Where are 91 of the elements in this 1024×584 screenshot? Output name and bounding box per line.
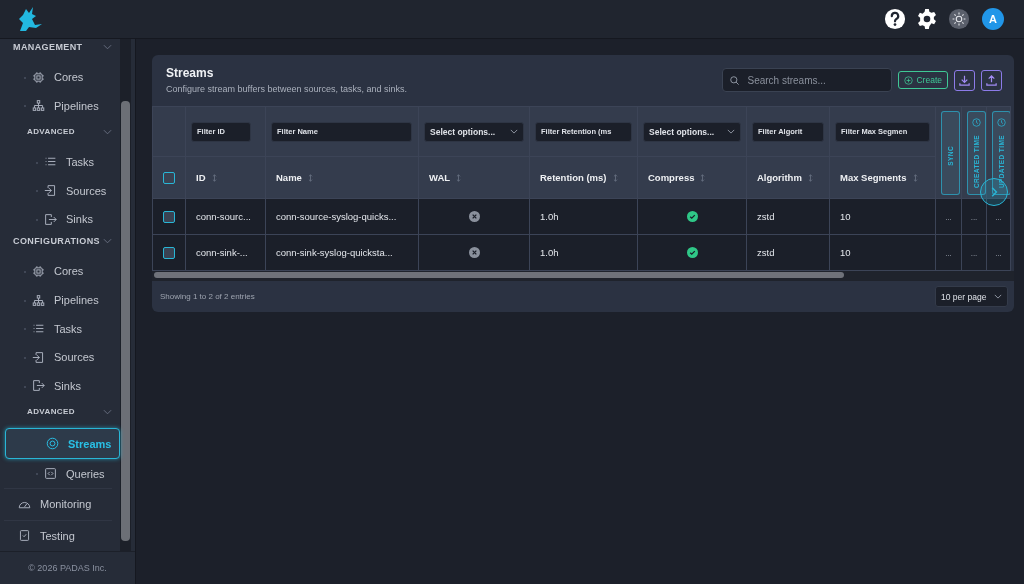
upload-button[interactable] (981, 69, 1002, 91)
sort-icon[interactable] (456, 174, 462, 183)
column-header[interactable]: WAL (429, 172, 451, 183)
table-cell: ... (995, 213, 1002, 222)
nav-item[interactable]: Sinks (4, 204, 120, 234)
login-icon (44, 184, 57, 198)
chevron-icon[interactable] (103, 408, 112, 415)
nav-item[interactable]: Sinks (4, 371, 120, 401)
sort-icon[interactable] (211, 174, 217, 183)
sort-icon[interactable] (612, 174, 618, 183)
nav-item[interactable]: Pipelines (4, 285, 120, 315)
table-cell: 10 (840, 211, 851, 222)
column-header[interactable]: ID (196, 172, 206, 183)
upload-icon (985, 73, 998, 87)
table-cell: ... (970, 213, 978, 222)
chip-icon (32, 264, 45, 278)
table-cell: ... (970, 249, 978, 258)
nav-item[interactable]: Tasks (4, 314, 120, 343)
target-icon (46, 437, 59, 451)
clock-icon (972, 117, 981, 127)
page-size-dropdown[interactable]: 10 per page (935, 286, 1008, 307)
search-icon (729, 75, 741, 86)
login-icon (32, 350, 45, 364)
chevron-icon (727, 129, 735, 134)
nav-item[interactable]: Sources (4, 176, 120, 205)
table-cell: conn-sourc... (196, 211, 251, 222)
nav-item[interactable]: Tasks (4, 147, 120, 177)
column-header[interactable]: Name (276, 172, 302, 183)
select-all-checkbox[interactable] (163, 171, 175, 184)
table-cell: 10 (840, 247, 851, 258)
chip-icon (32, 70, 45, 84)
clock-icon (997, 117, 1006, 127)
nav-item[interactable]: Monitoring (4, 488, 112, 520)
nav-item[interactable]: Streams (5, 427, 120, 460)
column-header[interactable]: Algorithm (757, 172, 802, 183)
sort-icon[interactable] (912, 174, 918, 183)
clipboard-icon (18, 529, 31, 543)
section-header[interactable]: MANAGEMENT (4, 39, 120, 55)
table-cell: 1.0h (540, 211, 559, 222)
column-header[interactable]: Compress (648, 172, 695, 183)
table-cell: 1.0h (540, 247, 559, 258)
sun-icon[interactable] (948, 8, 970, 30)
chevron-icon[interactable] (103, 238, 112, 245)
nav-item[interactable]: Testing (4, 519, 112, 552)
logout-icon (32, 379, 45, 393)
copyright-text: © 2026 PADAS Inc. (0, 551, 135, 584)
create-button[interactable]: Create (898, 71, 948, 89)
nav-item[interactable]: Cores (4, 257, 120, 286)
table-cell: conn-sink-... (196, 247, 248, 258)
filter-dropdown[interactable]: Select options... (643, 121, 741, 142)
section-header[interactable]: ADVANCED (4, 404, 120, 420)
column-header[interactable]: Max Segments (840, 172, 907, 183)
hierarchy-icon (32, 99, 45, 113)
hierarchy-icon (32, 293, 45, 307)
download-button[interactable] (954, 69, 975, 91)
code-icon (44, 467, 57, 481)
sort-icon[interactable] (307, 174, 313, 183)
filter-dropdown[interactable]: Select options... (424, 121, 524, 142)
nav-item[interactable]: Sources (4, 342, 120, 372)
row-checkbox[interactable] (163, 246, 175, 259)
scrollbar[interactable] (120, 39, 131, 551)
download-icon (958, 73, 971, 87)
search-field[interactable]: Search streams... (722, 68, 893, 92)
plus-icon (904, 75, 914, 85)
chevron-icon (994, 294, 1002, 299)
table-cell: conn-sink-syslog-quicksta... (276, 247, 393, 258)
table-cell: ... (945, 249, 952, 258)
chevron-icon (510, 129, 518, 134)
page-subtitle: Configure stream buffers between sources, tasks, and sinks. (166, 84, 407, 94)
table-cell: ... (945, 213, 952, 222)
table-cell: zstd (757, 211, 775, 222)
horizontal-scrollbar[interactable] (152, 271, 1014, 281)
nav-item[interactable]: Queries (4, 459, 120, 488)
section-header[interactable]: CONFIGURATIONS (4, 233, 120, 250)
settings-icon[interactable] (916, 8, 938, 30)
row-checkbox[interactable] (163, 210, 175, 223)
nav-item[interactable]: Cores (4, 62, 120, 92)
section-header[interactable]: ADVANCED (4, 123, 120, 140)
column-header[interactable]: Retention (ms) (540, 172, 607, 183)
nav-item[interactable]: Pipelines (4, 91, 120, 120)
table-cell: zstd (757, 247, 775, 258)
sort-icon[interactable] (700, 174, 706, 183)
chevron-icon[interactable] (103, 128, 112, 135)
logout-icon (44, 212, 57, 226)
table-cell: conn-source-syslog-quicks... (276, 211, 397, 222)
page-title: Streams (166, 66, 215, 80)
help-icon[interactable] (884, 8, 906, 30)
table-cell: ... (995, 249, 1002, 258)
sort-icon[interactable] (807, 174, 813, 183)
chevron-icon[interactable] (103, 43, 112, 50)
entries-summary: Showing 1 to 2 of 2 entries (160, 292, 255, 301)
